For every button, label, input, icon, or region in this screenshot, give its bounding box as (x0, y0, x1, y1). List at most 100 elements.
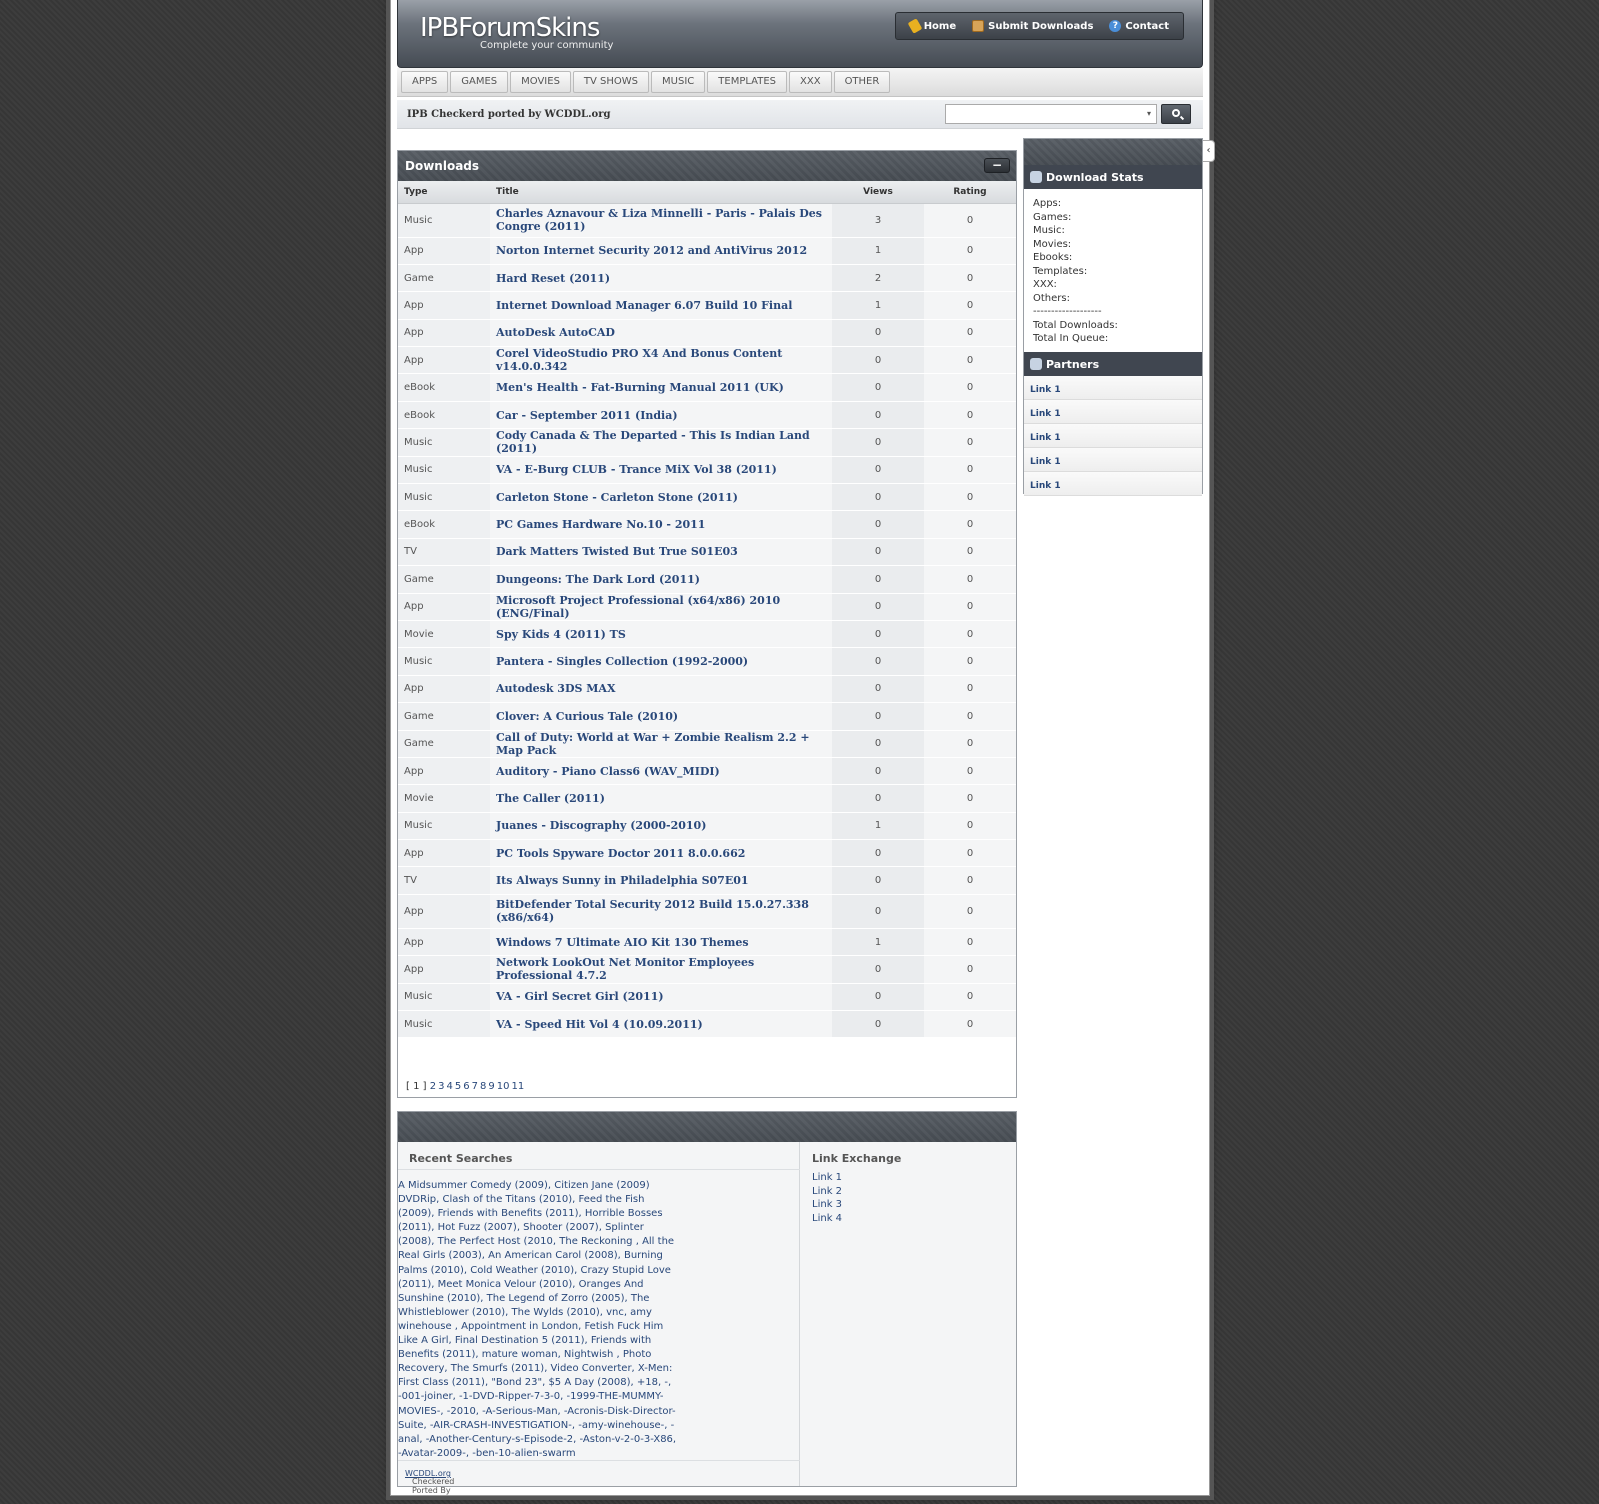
row-title-link[interactable]: VA - Girl Secret Girl (2011) (496, 990, 664, 1003)
row-title-link[interactable]: Microsoft Project Professional (x64/x86)… (496, 594, 780, 620)
page-link[interactable]: 3 (438, 1081, 444, 1092)
partner-link[interactable]: Link 1 (1030, 481, 1061, 491)
table-row[interactable]: Music VA - E-Burg CLUB - Trance MiX Vol 3… (398, 456, 1016, 485)
row-title-link[interactable]: Juanes - Discography (2000-2010) (496, 819, 706, 832)
table-row[interactable]: eBook Men's Health - Fat-Burning Manual 2… (398, 373, 1016, 402)
row-title-link[interactable]: Internet Download Manager 6.07 Build 10 … (496, 299, 792, 312)
row-title-link[interactable]: Pantera - Singles Collection (1992-2000) (496, 655, 748, 668)
row-title-link[interactable]: Norton Internet Security 2012 and AntiVi… (496, 244, 807, 257)
page-link[interactable]: 7 (472, 1081, 478, 1092)
row-title-link[interactable]: Autodesk 3DS MAX (496, 682, 616, 695)
page-link[interactable]: 6 (463, 1081, 469, 1092)
page-link[interactable]: 10 (497, 1081, 510, 1092)
row-title-link[interactable]: Hard Reset (2011) (496, 272, 610, 285)
table-row[interactable]: Game Dungeons: The Dark Lord (2011) 0 0 (398, 565, 1016, 594)
tab-other[interactable]: OTHER (833, 71, 891, 93)
table-row[interactable]: Movie The Caller (2011) 0 0 (398, 784, 1016, 813)
search-input[interactable] (945, 104, 1157, 124)
table-row[interactable]: TV Its Always Sunny in Philadelphia S07E0… (398, 866, 1016, 895)
row-title-link[interactable]: Corel VideoStudio PRO X4 And Bonus Conte… (496, 347, 782, 373)
exchange-link[interactable]: Link 3 (812, 1198, 901, 1212)
page-link[interactable]: 2 (430, 1081, 436, 1092)
table-row[interactable]: TV Dark Matters Twisted But True S01E03 0 0 (398, 538, 1016, 567)
partner-link[interactable]: Link 1 (1030, 385, 1061, 395)
table-row[interactable]: eBook Car - September 2011 (India) 0 0 (398, 401, 1016, 430)
table-row[interactable]: Game Clover: A Curious Tale (2010) 0 0 (398, 702, 1016, 731)
row-title-link[interactable]: Clover: A Curious Tale (2010) (496, 710, 678, 723)
row-rating: 0 (924, 203, 1016, 238)
table-row[interactable]: Music Juanes - Discography (2000-2010) 1 0 (398, 812, 1016, 841)
search-button[interactable] (1161, 104, 1191, 124)
row-title-link[interactable]: PC Games Hardware No.10 - 2011 (496, 518, 705, 531)
tab-templates[interactable]: TEMPLATES (707, 71, 787, 93)
site-logo[interactable]: IPBForumSkins Complete your community (420, 14, 613, 51)
row-title-link[interactable]: Dungeons: The Dark Lord (2011) (496, 573, 700, 586)
row-title-link[interactable]: Dark Matters Twisted But True S01E03 (496, 545, 738, 558)
exchange-link[interactable]: Link 2 (812, 1185, 901, 1199)
tab-music[interactable]: MUSIC (651, 71, 706, 93)
row-title-link[interactable]: The Caller (2011) (496, 792, 605, 805)
table-row[interactable]: Movie Spy Kids 4 (2011) TS 0 0 (398, 620, 1016, 649)
row-title-link[interactable]: BitDefender Total Security 2012 Build 15… (496, 898, 809, 924)
table-row[interactable]: eBook PC Games Hardware No.10 - 2011 0 0 (398, 510, 1016, 539)
table-row[interactable]: App AutoDesk AutoCAD 0 0 (398, 319, 1016, 348)
table-row[interactable]: Game Hard Reset (2011) 2 0 (398, 264, 1016, 293)
row-title-link[interactable]: Cody Canada & The Departed - This Is Ind… (496, 429, 810, 455)
row-views: 0 (832, 784, 924, 813)
contact-link[interactable]: ? Contact (1101, 20, 1177, 32)
row-title-link[interactable]: AutoDesk AutoCAD (496, 326, 615, 339)
page-link[interactable]: 9 (488, 1081, 494, 1092)
row-title-link[interactable]: Auditory - Piano Class6 (WAV_MIDI) (496, 765, 720, 778)
row-title-link[interactable]: Network LookOut Net Monitor Employees Pr… (496, 956, 754, 982)
row-title-link[interactable]: Spy Kids 4 (2011) TS (496, 628, 626, 641)
page-link[interactable]: 8 (480, 1081, 486, 1092)
table-row[interactable]: Music Pantera - Singles Collection (1992-… (398, 647, 1016, 676)
exchange-link[interactable]: Link 1 (812, 1171, 901, 1185)
table-row[interactable]: App Norton Internet Security 2012 and Ant… (398, 237, 1016, 265)
tab-tv-shows[interactable]: TV SHOWS (572, 71, 650, 93)
exchange-link[interactable]: Link 4 (812, 1212, 901, 1226)
search-dropdown-caret[interactable]: ▾ (1147, 109, 1151, 118)
table-row[interactable]: App Corel VideoStudio PRO X4 And Bonus Co… (398, 346, 1016, 375)
collapse-button[interactable]: − (984, 158, 1010, 173)
table-row[interactable]: App Microsoft Project Professional (x64/x… (398, 593, 1016, 621)
row-title-link[interactable]: VA - E-Burg CLUB - Trance MiX Vol 38 (20… (496, 463, 777, 476)
table-row[interactable]: App Autodesk 3DS MAX 0 0 (398, 675, 1016, 704)
table-row[interactable]: App Auditory - Piano Class6 (WAV_MIDI) 0 0 (398, 757, 1016, 786)
row-title-link[interactable]: PC Tools Spyware Doctor 2011 8.0.0.662 (496, 847, 745, 860)
table-row[interactable]: App Network LookOut Net Monitor Employees… (398, 955, 1016, 984)
table-row[interactable]: App Windows 7 Ultimate AIO Kit 130 Themes… (398, 928, 1016, 957)
tab-xxx[interactable]: XXX (789, 71, 832, 93)
partner-link[interactable]: Link 1 (1030, 457, 1061, 467)
page-link[interactable]: 4 (446, 1081, 452, 1092)
table-row[interactable]: App PC Tools Spyware Doctor 2011 8.0.0.66… (398, 839, 1016, 868)
row-title-link[interactable]: Its Always Sunny in Philadelphia S07E01 (496, 874, 749, 887)
page-link[interactable]: 5 (455, 1081, 461, 1092)
partner-link[interactable]: Link 1 (1030, 433, 1061, 443)
table-row[interactable]: Music Carleton Stone - Carleton Stone (20… (398, 483, 1016, 512)
table-row[interactable]: App Internet Download Manager 6.07 Build … (398, 291, 1016, 320)
table-row[interactable]: Music VA - Speed Hit Vol 4 (10.09.2011) 0 0 (398, 1010, 1016, 1039)
row-title-link[interactable]: Men's Health - Fat-Burning Manual 2011 (… (496, 381, 784, 394)
row-title-link[interactable]: VA - Speed Hit Vol 4 (10.09.2011) (496, 1018, 703, 1031)
row-title-link[interactable]: Windows 7 Ultimate AIO Kit 130 Themes (496, 936, 749, 949)
row-title-link[interactable]: Call of Duty: World at War + Zombie Real… (496, 731, 810, 757)
page-link[interactable]: 11 (511, 1081, 524, 1092)
sidebar-toggle[interactable]: ‹ (1203, 140, 1215, 162)
tab-games[interactable]: GAMES (450, 71, 509, 93)
recent-searches-list[interactable]: A Midsummer Comedy (2009), Citizen Jane … (398, 1179, 678, 1461)
home-link[interactable]: Home (902, 18, 964, 34)
table-row[interactable]: Music VA - Girl Secret Girl (2011) 0 0 (398, 983, 1016, 1012)
tab-movies[interactable]: MOVIES (510, 71, 571, 93)
table-row[interactable]: Music Cody Canada & The Departed - This I… (398, 428, 1016, 457)
submit-downloads-link[interactable]: Submit Downloads (964, 20, 1101, 32)
partner-link[interactable]: Link 1 (1030, 409, 1061, 419)
row-title-link[interactable]: Car - September 2011 (India) (496, 409, 678, 422)
tab-apps[interactable]: APPS (401, 71, 449, 93)
table-row[interactable]: App BitDefender Total Security 2012 Build… (398, 894, 1016, 929)
row-title-link[interactable]: Carleton Stone - Carleton Stone (2011) (496, 491, 738, 504)
table-row[interactable]: Music Charles Aznavour & Liza Minnelli - … (398, 203, 1016, 238)
row-type: Music (398, 1010, 490, 1039)
table-row[interactable]: Game Call of Duty: World at War + Zombie … (398, 730, 1016, 758)
row-title-link[interactable]: Charles Aznavour & Liza Minnelli - Paris… (496, 207, 822, 233)
